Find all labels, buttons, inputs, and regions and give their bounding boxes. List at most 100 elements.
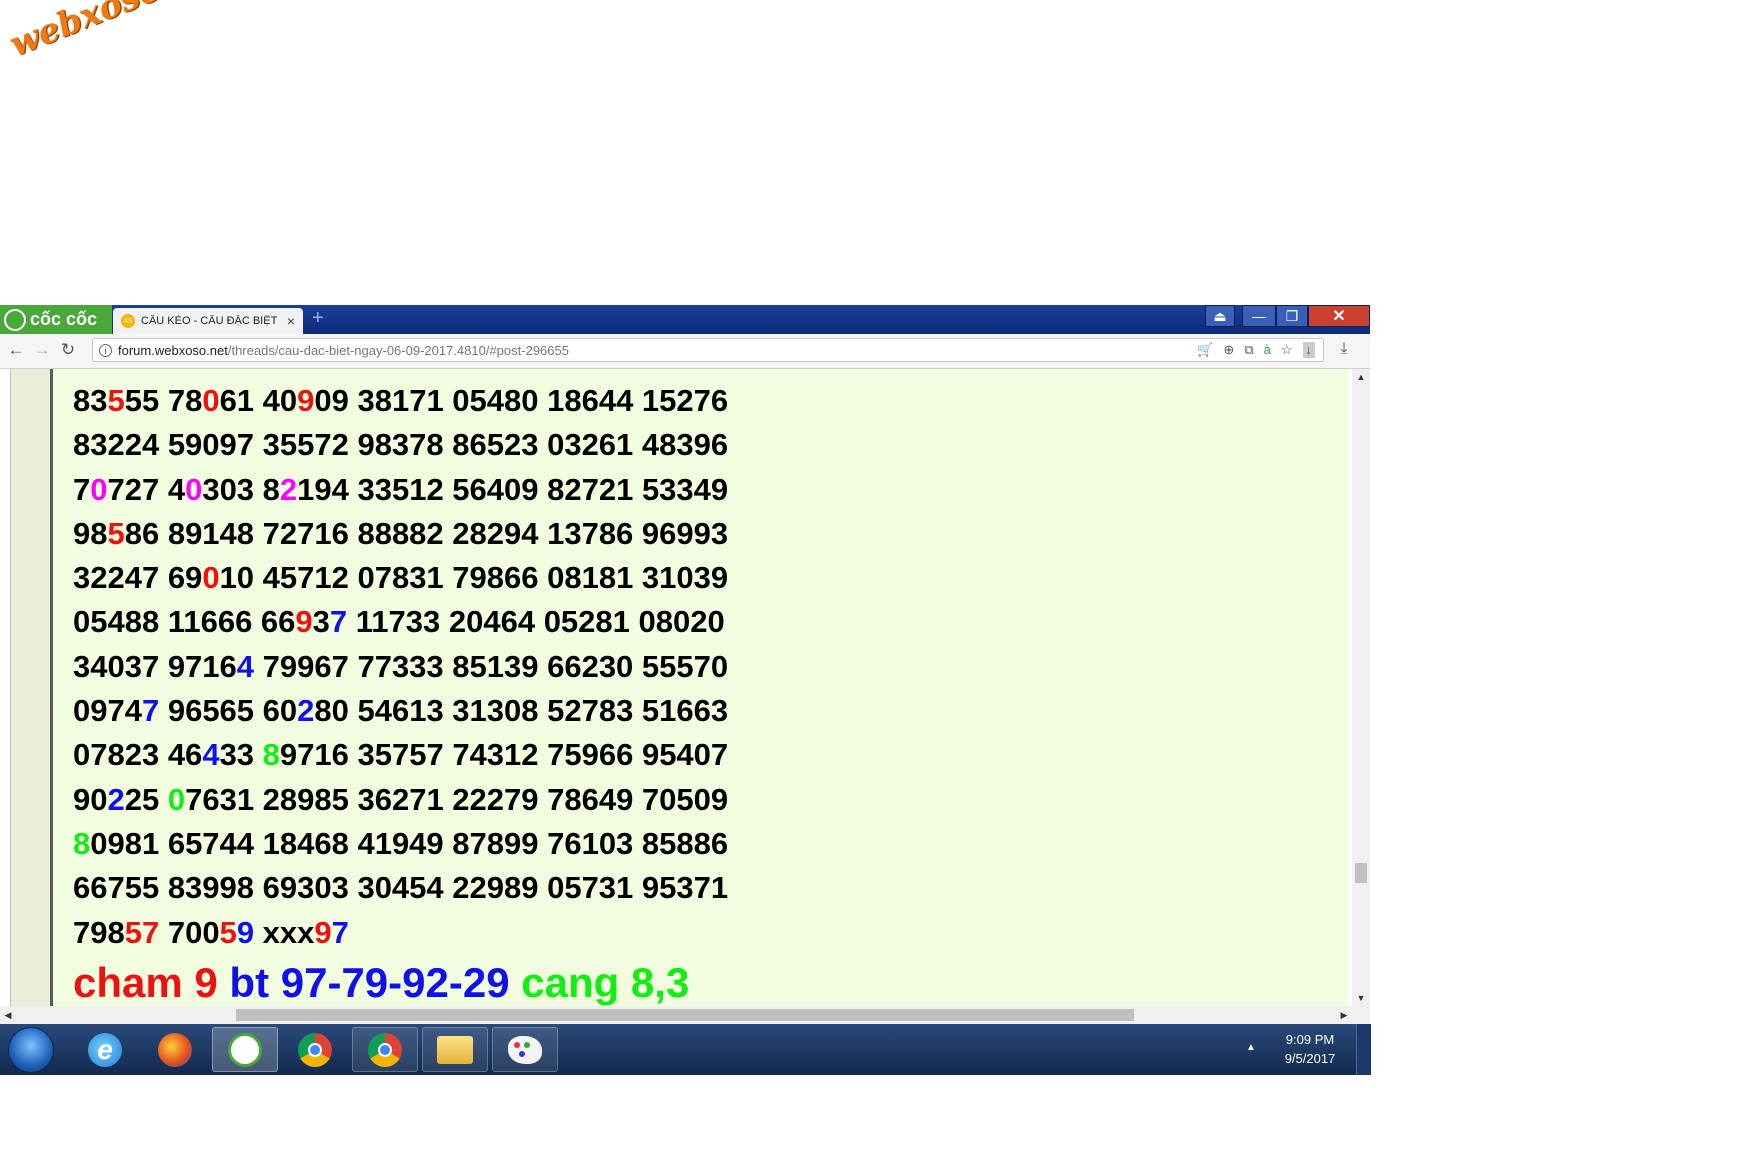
- number-line: 70727 40303 82194 33512 56409 82721 5334…: [73, 468, 728, 512]
- number-text: 727 4: [107, 471, 186, 507]
- highlighted-digit: 7: [141, 693, 160, 729]
- page-viewport: 83555 78061 40909 38171 05480 18644 1527…: [0, 369, 1370, 1006]
- number-list: 83555 78061 40909 38171 05480 18644 1527…: [73, 379, 728, 955]
- clock-date: 9/5/2017: [1284, 1051, 1336, 1066]
- internet-explorer-icon: e: [88, 1032, 122, 1067]
- taskbar-chrome-2[interactable]: [352, 1027, 418, 1072]
- coccoc-logo-icon: [4, 308, 26, 331]
- highlighted-digit: 57: [124, 914, 160, 950]
- show-desktop-button[interactable]: [1356, 1024, 1371, 1075]
- vertical-scroll-thumb[interactable]: [1355, 863, 1367, 883]
- number-text: 98: [73, 515, 108, 551]
- highlighted-digit: 7: [329, 604, 348, 640]
- system-clock[interactable]: 9:09 PM 9/5/2017: [1270, 1030, 1350, 1068]
- highlighted-digit: 9: [295, 604, 313, 640]
- highlighted-digit: 9: [236, 914, 255, 950]
- save-icon[interactable]: ↓: [1302, 342, 1315, 358]
- scroll-down-icon[interactable]: ▼: [1352, 990, 1370, 1006]
- address-bar[interactable]: i forum.webxoso.net /threads/cau-dac-bie…: [92, 338, 1324, 362]
- taskbar-explorer[interactable]: [422, 1027, 488, 1072]
- scroll-left-icon[interactable]: ◀: [0, 1006, 16, 1024]
- highlighted-digit: 5: [219, 914, 237, 950]
- highlighted-digit: 9: [314, 914, 332, 950]
- highlighted-digit: 5: [107, 515, 125, 551]
- number-line: 83224 59097 35572 98378 86523 03261 4839…: [73, 423, 728, 467]
- number-line: 80981 65744 18468 41949 87899 76103 8588…: [73, 822, 728, 866]
- highlighted-digit: 7: [331, 914, 349, 950]
- typing-icon[interactable]: à: [1264, 342, 1271, 358]
- tab-close-icon[interactable]: ×: [283, 313, 299, 329]
- maximize-button[interactable]: ❐: [1276, 305, 1308, 327]
- info-icon[interactable]: i: [99, 343, 112, 357]
- firefox-icon: [158, 1032, 192, 1067]
- profile-button[interactable]: ⏏: [1205, 305, 1235, 327]
- taskbar-chrome[interactable]: [282, 1027, 348, 1072]
- number-text: 303 8: [202, 471, 280, 507]
- tab-active[interactable]: XS CẦU KÈO - CẦU ĐẶC BIỆT ×: [113, 308, 303, 334]
- reload-icon[interactable]: ↻: [58, 340, 78, 360]
- browser-window: cốc cốc XS CẦU KÈO - CẦU ĐẶC BIỆT × + ⏏ …: [0, 305, 1371, 1075]
- windows-taskbar: e ▲ 9:09 PM 9/5/2017: [0, 1024, 1371, 1075]
- download-icon[interactable]: ⤓: [1334, 340, 1354, 360]
- folder-icon: [437, 1035, 473, 1064]
- vertical-scrollbar[interactable]: ▲ ▼: [1352, 369, 1370, 1006]
- bt-label: bt 97-79-92-29: [229, 959, 510, 1006]
- number-line: 34037 97164 79967 77333 85139 66230 5557…: [73, 645, 728, 689]
- number-text: 798: [73, 914, 125, 950]
- taskbar-firefox[interactable]: [142, 1027, 208, 1072]
- highlighted-digit: 2: [297, 693, 315, 729]
- back-icon[interactable]: ←: [6, 340, 26, 360]
- tray-expand-icon[interactable]: ▲: [1246, 1042, 1256, 1053]
- coccoc-icon: [228, 1032, 262, 1067]
- number-text: xxx: [254, 914, 315, 950]
- zoom-icon[interactable]: ⊕: [1223, 342, 1234, 358]
- taskbar-coccoc[interactable]: [212, 1027, 278, 1072]
- horizontal-scrollbar[interactable]: ◀ ▶: [0, 1006, 1370, 1024]
- number-text: 66755 83998 69303 30454 22989 05731 9537…: [73, 870, 729, 906]
- forward-icon[interactable]: →: [32, 340, 52, 360]
- tab-strip: cốc cốc XS CẦU KÈO - CẦU ĐẶC BIỆT × + ⏏ …: [0, 305, 1370, 334]
- post-sidebar: [10, 369, 51, 1006]
- translate-icon[interactable]: ⧉: [1244, 342, 1253, 358]
- chrome-icon: [368, 1032, 402, 1067]
- number-text: 09 38171 05480 18644 15276: [314, 383, 729, 418]
- cang-label: cang 8,3: [521, 959, 690, 1006]
- number-line: 66755 83998 69303 30454 22989 05731 9537…: [73, 866, 728, 910]
- number-text: 7: [73, 471, 91, 507]
- chrome-icon: [298, 1032, 332, 1067]
- number-text: 61 40: [219, 383, 298, 418]
- highlighted-digit: 8: [73, 825, 91, 861]
- number-line: 83555 78061 40909 38171 05480 18644 1527…: [73, 379, 728, 423]
- brand-label: cốc cốc: [30, 309, 98, 329]
- taskbar-ie[interactable]: e: [72, 1027, 138, 1072]
- number-text: 34037 9716: [73, 648, 237, 684]
- number-text: 194 33512 56409 82721 53349: [297, 471, 729, 507]
- windows-start-icon[interactable]: [8, 1027, 54, 1073]
- number-text: 0974: [73, 693, 142, 729]
- favicon-icon: XS: [121, 314, 135, 328]
- minimize-button[interactable]: —: [1242, 305, 1276, 327]
- number-text: 32247 69: [73, 560, 203, 596]
- number-line: 79857 70059 xxx97: [73, 911, 728, 955]
- close-window-button[interactable]: ✕: [1308, 305, 1370, 327]
- number-line: 32247 69010 45712 07831 79866 08181 3103…: [73, 556, 728, 600]
- url-host: forum.webxoso.net: [118, 342, 228, 358]
- browser-brand[interactable]: cốc cốc: [0, 305, 112, 334]
- cart-icon[interactable]: 🛒: [1197, 342, 1213, 358]
- number-text: 10 45712 07831 79866 08181 31039: [219, 560, 729, 596]
- number-text: 79967 77333 85139 66230 55570: [254, 648, 729, 684]
- scroll-right-icon[interactable]: ▶: [1336, 1006, 1352, 1024]
- paint-icon: [508, 1035, 542, 1064]
- user-icon: ⏏: [1213, 307, 1227, 324]
- horizontal-scroll-thumb[interactable]: [236, 1009, 1134, 1021]
- highlighted-digit: 0: [202, 560, 220, 596]
- star-icon[interactable]: ☆: [1281, 342, 1293, 358]
- taskbar-paint[interactable]: [492, 1027, 558, 1072]
- number-line: 05488 11666 66937 11733 20464 05281 0802…: [73, 600, 728, 644]
- highlighted-digit: 9: [297, 383, 315, 418]
- scroll-up-icon[interactable]: ▲: [1352, 369, 1370, 385]
- number-text: 25: [124, 781, 168, 817]
- new-tab-button[interactable]: +: [312, 308, 330, 328]
- prediction-summary: cham 9 bt 97-79-92-29 cang 8,3: [73, 959, 689, 1006]
- post-body: 83555 78061 40909 38171 05480 18644 1527…: [53, 369, 1348, 1006]
